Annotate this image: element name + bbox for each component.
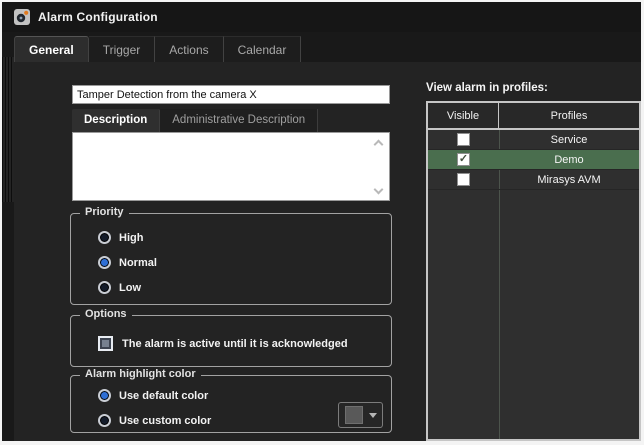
main-tab-bar: General Trigger Actions Calendar [2, 32, 641, 62]
dropdown-caret-icon [369, 413, 377, 418]
options-legend: Options [80, 308, 132, 320]
acknowledge-option-label: The alarm is active until it is acknowle… [122, 338, 348, 350]
content-panel: Description Administrative Description P… [14, 62, 641, 441]
custom-color-label: Use custom color [119, 415, 211, 427]
alarm-name-input[interactable] [72, 85, 390, 104]
default-color-label: Use default color [119, 390, 208, 402]
profiles-panel-label: View alarm in profiles: [426, 82, 548, 94]
profile-name: Mirasys AVM [499, 170, 639, 189]
tab-calendar[interactable]: Calendar [224, 36, 302, 62]
priority-high-radio[interactable]: High [98, 231, 143, 244]
visible-checkbox[interactable] [457, 133, 470, 146]
description-tab-bar: Description Administrative Description [72, 109, 318, 132]
alarm-configuration-window: Alarm Configuration General Trigger Acti… [2, 2, 641, 441]
radio-icon[interactable] [98, 256, 111, 269]
profile-name: Service [499, 130, 639, 149]
priority-high-label: High [119, 232, 143, 244]
table-row-demo[interactable]: Demo [428, 150, 639, 170]
tab-general[interactable]: General [14, 36, 89, 62]
priority-group: Priority High Normal Low [70, 213, 392, 305]
highlight-color-group: Alarm highlight color Use default color … [70, 375, 392, 433]
visible-checkbox[interactable] [457, 173, 470, 186]
splitter-grip[interactable] [2, 57, 14, 202]
general-tab-content: Description Administrative Description P… [2, 62, 641, 441]
table-row-service[interactable]: Service [428, 130, 639, 150]
column-header-profiles: Profiles [499, 103, 639, 128]
custom-color-radio[interactable]: Use custom color [98, 414, 211, 427]
tab-actions[interactable]: Actions [155, 36, 223, 62]
acknowledge-option[interactable]: The alarm is active until it is acknowle… [98, 336, 348, 351]
description-textarea[interactable] [72, 132, 390, 201]
tab-trigger[interactable]: Trigger [89, 36, 156, 62]
radio-icon[interactable] [98, 389, 111, 402]
scroll-down-icon[interactable] [374, 186, 382, 194]
priority-legend: Priority [80, 206, 129, 218]
options-group: Options The alarm is active until it is … [70, 315, 392, 367]
priority-low-label: Low [119, 282, 141, 294]
window-title: Alarm Configuration [38, 10, 158, 24]
color-swatch [345, 406, 363, 424]
table-header-row: Visible Profiles [428, 103, 639, 130]
scroll-up-icon[interactable] [374, 139, 382, 147]
radio-icon[interactable] [98, 414, 111, 427]
alarm-config-gear-icon [14, 9, 30, 25]
title-bar: Alarm Configuration [2, 2, 641, 32]
radio-icon[interactable] [98, 281, 111, 294]
profile-name: Demo [499, 150, 639, 169]
radio-icon[interactable] [98, 231, 111, 244]
tab-administrative-description[interactable]: Administrative Description [160, 109, 318, 132]
tab-description[interactable]: Description [72, 109, 160, 132]
visible-checkbox[interactable] [457, 153, 470, 166]
checkbox-icon[interactable] [98, 336, 113, 351]
highlight-legend: Alarm highlight color [80, 368, 201, 380]
priority-normal-radio[interactable]: Normal [98, 256, 157, 269]
column-header-visible: Visible [428, 103, 499, 128]
custom-color-picker-button[interactable] [338, 402, 383, 428]
profiles-table: Visible Profiles Service Demo Mirasys AV… [426, 101, 641, 441]
table-row-mirasys-avm[interactable]: Mirasys AVM [428, 170, 639, 190]
priority-normal-label: Normal [119, 257, 157, 269]
priority-low-radio[interactable]: Low [98, 281, 141, 294]
default-color-radio[interactable]: Use default color [98, 389, 208, 402]
